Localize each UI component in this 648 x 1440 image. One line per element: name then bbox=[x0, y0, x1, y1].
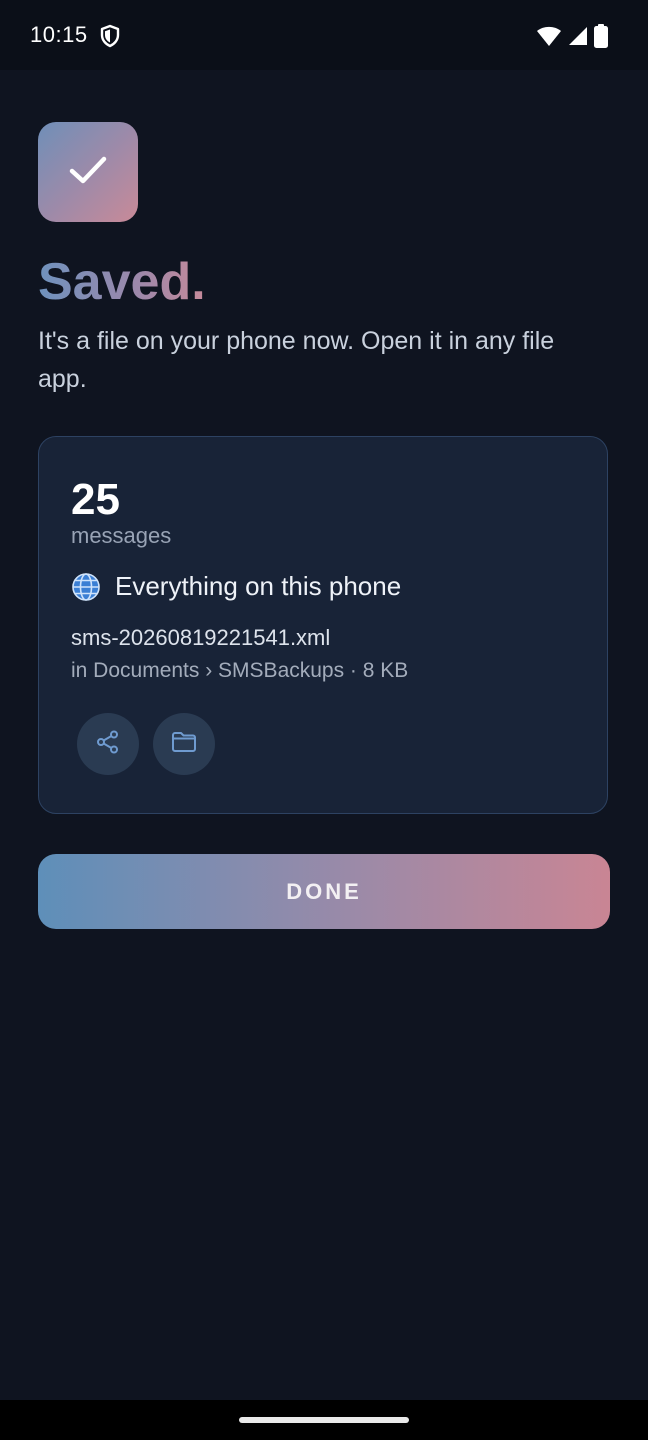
battery-icon bbox=[594, 24, 608, 53]
status-bar: 10:15 bbox=[0, 0, 648, 70]
page-subtitle: It's a file on your phone now. Open it i… bbox=[38, 327, 555, 393]
shield-icon bbox=[98, 24, 122, 48]
open-folder-button[interactable] bbox=[153, 713, 215, 775]
success-badge bbox=[38, 122, 138, 222]
page-title: Saved. bbox=[38, 250, 206, 314]
backup-scope: Everything on this phone bbox=[71, 571, 401, 602]
status-time: 10:15 bbox=[30, 22, 88, 47]
done-button[interactable]: DONE bbox=[38, 854, 610, 929]
check-icon bbox=[68, 154, 108, 191]
wifi-icon bbox=[536, 25, 562, 52]
backup-filename: sms-20260819221541.xml bbox=[71, 625, 331, 650]
signal-icon bbox=[568, 26, 588, 51]
backup-summary-card: 25 messages Everything on this phone sms… bbox=[38, 436, 608, 814]
backup-location: in Documents › SMSBackups · 8 KB bbox=[71, 659, 409, 682]
share-button[interactable] bbox=[77, 713, 139, 775]
backup-scope-label: Everything on this phone bbox=[115, 571, 402, 601]
message-count: 25 bbox=[71, 475, 120, 524]
message-count-label: messages bbox=[71, 523, 172, 548]
home-indicator[interactable] bbox=[239, 1417, 409, 1423]
status-icons bbox=[536, 24, 608, 53]
folder-icon bbox=[171, 731, 197, 758]
share-icon bbox=[95, 729, 121, 760]
globe-icon bbox=[71, 572, 101, 602]
